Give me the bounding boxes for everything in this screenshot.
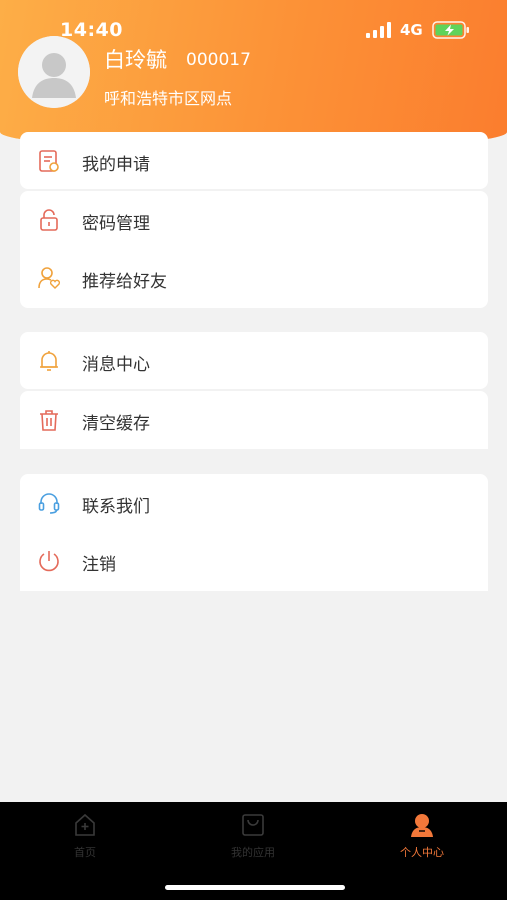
trash-icon xyxy=(40,410,58,431)
user-heart-icon xyxy=(38,267,61,289)
menu-card-support: 联系我们 注销 xyxy=(20,474,488,591)
menu-card-cache: 清空缓存 xyxy=(20,391,488,449)
menu-item-label: 我的申请 xyxy=(82,155,150,175)
menu-item-label: 密码管理 xyxy=(82,214,150,234)
menu-item-label: 推荐给好友 xyxy=(82,272,167,292)
power-icon xyxy=(39,551,59,572)
user-name: 白玲毓 xyxy=(104,48,167,72)
profile-header: 14:40 4G 白玲毓 000017 呼和浩特市区网点 xyxy=(0,0,507,150)
avatar[interactable] xyxy=(18,36,90,108)
user-icon xyxy=(411,814,433,837)
battery-charging-icon xyxy=(432,21,469,39)
tab-label: 个人中心 xyxy=(400,846,444,859)
status-time: 14:40 xyxy=(60,19,123,41)
headset-icon xyxy=(38,493,60,514)
network-type: 4G xyxy=(400,21,423,39)
bell-icon xyxy=(40,351,58,371)
menu-card-account: 密码管理 推荐给好友 xyxy=(20,191,488,308)
menu-item-logout[interactable]: 注销 xyxy=(20,532,488,590)
document-icon xyxy=(39,150,59,172)
menu-item-label: 清空缓存 xyxy=(82,414,150,434)
menu-item-my-application[interactable]: 我的申请 xyxy=(20,132,488,190)
signal-icon xyxy=(366,22,391,38)
lock-icon xyxy=(40,209,58,231)
shopping-bag-icon xyxy=(242,814,264,836)
menu-item-clear-cache[interactable]: 清空缓存 xyxy=(20,391,488,449)
tab-label: 我的应用 xyxy=(231,846,275,859)
menu-item-label: 消息中心 xyxy=(82,355,150,375)
menu-item-contact-us[interactable]: 联系我们 xyxy=(20,474,488,532)
home-indicator[interactable] xyxy=(165,885,345,890)
user-branch: 呼和浩特市区网点 xyxy=(104,89,233,108)
user-id: 000017 xyxy=(186,50,251,70)
menu-item-message-center[interactable]: 消息中心 xyxy=(20,332,488,390)
default-user-icon xyxy=(18,36,90,108)
tab-personal-center[interactable]: 个人中心 xyxy=(362,812,482,872)
menu-item-recommend-friend[interactable]: 推荐给好友 xyxy=(20,249,488,307)
home-icon xyxy=(75,813,95,836)
menu-card-messages: 消息中心 xyxy=(20,332,488,389)
menu-item-label: 联系我们 xyxy=(82,497,150,517)
tab-home[interactable]: 首页 xyxy=(25,812,145,872)
tab-label: 首页 xyxy=(74,846,96,859)
tab-my-apps[interactable]: 我的应用 xyxy=(193,812,313,872)
menu-item-password-management[interactable]: 密码管理 xyxy=(20,191,488,249)
menu-item-label: 注销 xyxy=(82,555,116,575)
menu-card-application: 我的申请 xyxy=(20,132,488,189)
